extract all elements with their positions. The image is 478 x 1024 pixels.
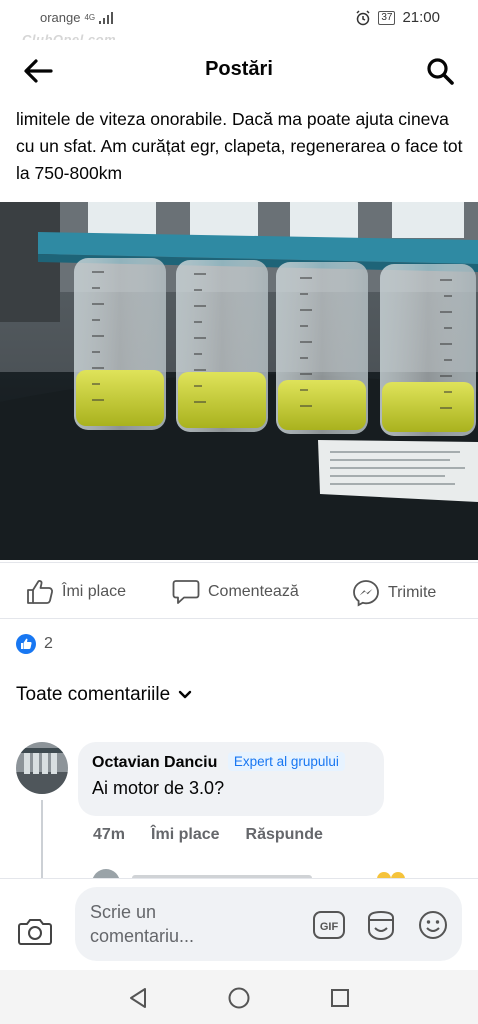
signal-icon [99,11,114,24]
camera-button[interactable] [18,917,52,950]
circle-home-icon [228,987,250,1009]
triangle-back-icon [130,988,146,1008]
comment-like-button[interactable]: Îmi place [151,826,219,844]
comment-bubble[interactable]: Octavian Danciu Expert al grupului Ai mo… [78,742,384,816]
expert-badge: Expert al grupului [227,752,345,771]
vial [74,258,166,430]
status-bar: orange 4G 37 21:00 [0,0,478,36]
comment-time: 47m [93,826,126,843]
vial [176,260,268,432]
post-actions: Îmi place Comentează Trimite [0,565,478,617]
system-recents-button[interactable] [326,984,354,1012]
thread-line [41,800,43,880]
status-left: orange 4G [40,10,114,25]
comments-filter[interactable]: Toate comentariile [16,684,192,706]
vials-photo [0,202,478,560]
avatar[interactable] [16,742,68,794]
sticker-button[interactable] [365,909,397,941]
comment-button[interactable]: Comentează [172,579,299,605]
comment-item: Octavian Danciu Expert al grupului Ai mo… [16,742,466,880]
clock: 21:00 [402,9,440,26]
share-label: Trimite [388,584,437,601]
system-home-button[interactable] [225,984,253,1012]
reaction-summary[interactable]: 2 [16,634,53,654]
page-title: Postări [205,58,273,80]
comment-text: Ai motor de 3.0? [92,778,225,798]
divider [0,618,478,619]
system-back-button[interactable] [124,984,152,1012]
alarm-icon [356,9,370,25]
comment-input-placeholder: Scrie un comentariu... [90,902,195,946]
comment-input[interactable]: Scrie un comentariu... GIF [75,887,462,961]
reaction-count: 2 [44,635,53,652]
vial [276,262,368,434]
like-label: Îmi place [62,583,127,600]
comment-label: Comentează [208,583,299,600]
gif-label: GIF [320,921,339,933]
messenger-icon [353,580,379,607]
comment-author[interactable]: Octavian Danciu [92,754,217,772]
share-button[interactable]: Trimite [352,579,436,607]
like-reaction-icon [16,634,36,654]
nav-bar: Postări [0,40,478,102]
divider [0,562,478,563]
chevron-down-icon [179,690,192,699]
smiley-icon [419,911,447,939]
carrier-name: orange [40,10,81,25]
thumbs-up-icon [27,580,53,604]
post-photo[interactable] [0,202,478,560]
post-text: limitele de viteza onorabile. Dacă ma po… [16,109,463,183]
sticker-icon [368,910,394,940]
network-type: 4G [84,13,96,22]
comments-filter-label: Toate comentariile [16,684,171,705]
battery-level: 37 [378,10,396,25]
comment-icon [172,580,200,604]
square-recents-icon [331,989,349,1007]
like-button[interactable]: Îmi place [26,579,126,605]
search-button[interactable] [420,54,460,88]
next-reply-peek [92,866,472,878]
system-nav-bar [0,970,478,1024]
comment-reply-button[interactable]: Răspunde [246,826,323,844]
camera-icon [18,919,52,945]
emoji-button[interactable] [417,909,449,941]
search-icon [427,58,454,85]
status-right: 37 21:00 [355,9,440,26]
comment-meta: 47m Îmi place Răspunde [93,826,323,844]
vial [380,264,476,436]
gif-icon: GIF [313,911,345,939]
comment-composer: Scrie un comentariu... GIF [0,878,478,970]
gif-button[interactable]: GIF [313,909,345,941]
